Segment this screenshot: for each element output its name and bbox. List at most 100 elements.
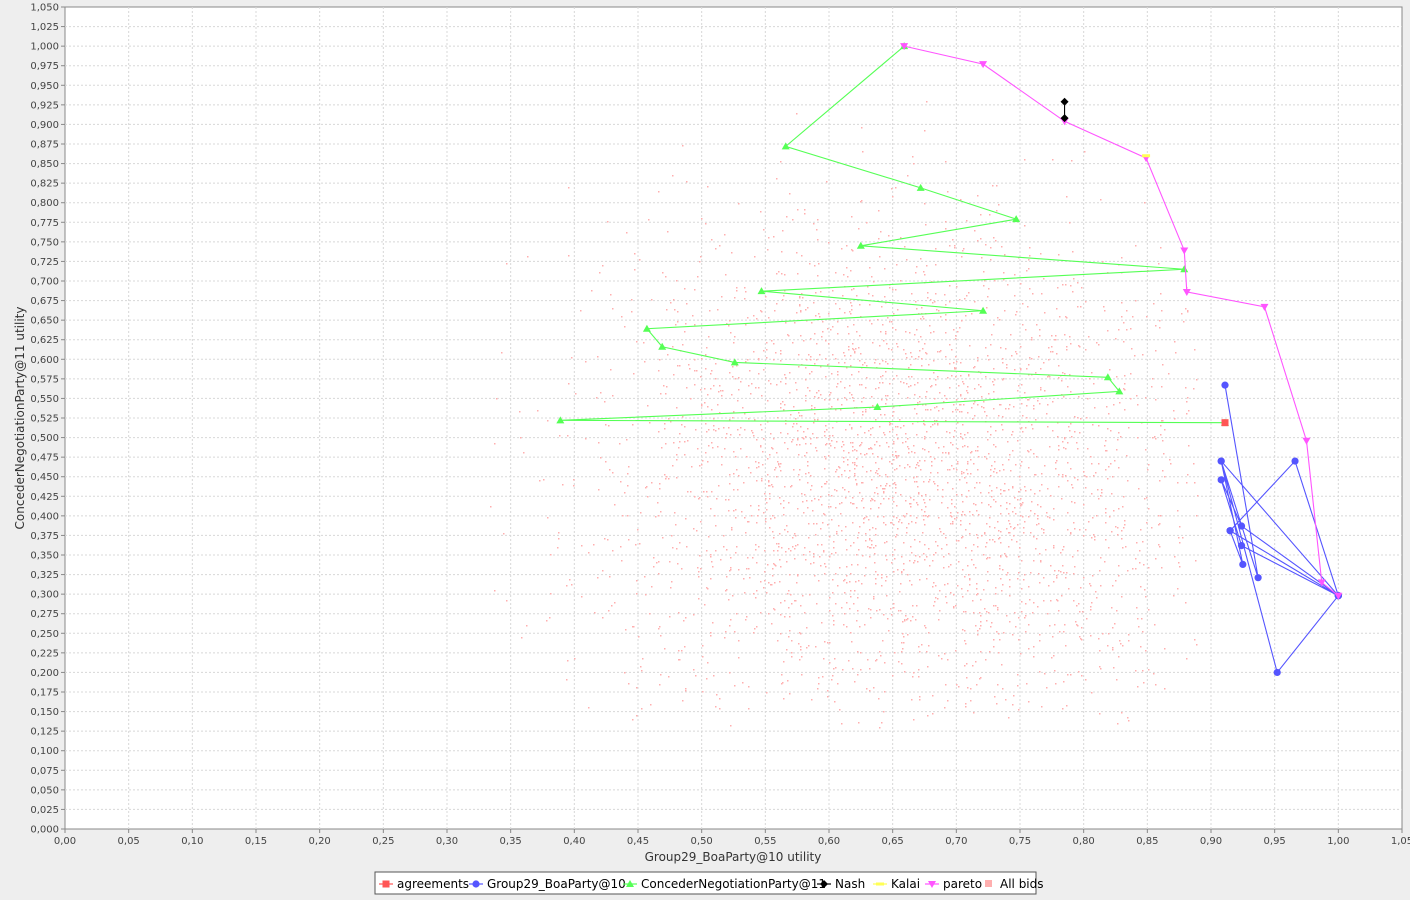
bid-point: [938, 310, 940, 312]
bid-point: [1011, 434, 1013, 436]
bid-point: [866, 222, 868, 224]
bid-point: [1073, 522, 1075, 524]
bid-point: [781, 251, 783, 253]
bid-point: [933, 372, 935, 374]
bid-point: [1002, 429, 1004, 431]
bid-point: [1085, 301, 1087, 303]
bid-point: [890, 608, 892, 610]
bid-point: [785, 322, 787, 324]
bid-point: [674, 512, 676, 514]
bid-point: [725, 437, 727, 439]
bid-point: [818, 390, 820, 392]
bid-point: [901, 642, 903, 644]
bid-point: [1005, 699, 1007, 701]
bid-point: [882, 640, 884, 642]
bid-point: [862, 555, 864, 557]
bid-point: [909, 560, 911, 562]
bid-point: [850, 442, 852, 444]
bid-point: [850, 596, 852, 598]
bid-point: [990, 247, 992, 249]
bid-point: [850, 270, 852, 272]
bid-point: [782, 230, 784, 232]
bid-point: [922, 448, 924, 450]
bid-point: [918, 676, 920, 678]
bid-point: [980, 615, 982, 617]
bid-point: [925, 409, 927, 411]
bid-point: [799, 469, 801, 471]
bid-point: [791, 485, 793, 487]
bid-point: [889, 485, 891, 487]
bid-point: [562, 484, 564, 486]
bid-point: [1027, 450, 1029, 452]
bid-point: [882, 360, 884, 362]
bid-point: [782, 401, 784, 403]
bid-point: [848, 491, 850, 493]
bid-point: [797, 209, 799, 211]
bid-point: [800, 311, 802, 313]
bid-point: [1031, 339, 1033, 341]
bid-point: [895, 455, 897, 457]
bid-point: [917, 561, 919, 563]
bid-point: [814, 333, 816, 335]
bid-point: [993, 237, 995, 239]
bid-point: [1146, 522, 1148, 524]
bid-point: [897, 528, 899, 530]
bid-point: [903, 636, 905, 638]
bid-point: [858, 549, 860, 551]
bid-point: [730, 557, 732, 559]
bid-point: [1008, 546, 1010, 548]
bid-point: [876, 470, 878, 472]
bid-point: [907, 446, 909, 448]
bid-point: [1025, 427, 1027, 429]
bid-point: [659, 626, 661, 628]
bid-point: [963, 248, 965, 250]
bid-point: [1148, 508, 1150, 510]
bid-point: [705, 368, 707, 370]
bid-point: [1009, 503, 1011, 505]
bid-point: [627, 473, 629, 475]
bid-point: [780, 350, 782, 352]
bid-point: [1029, 247, 1031, 249]
bid-point: [1050, 565, 1052, 567]
bid-point: [920, 336, 922, 338]
bid-point: [679, 365, 681, 367]
bid-point: [1002, 584, 1004, 586]
bid-point: [846, 626, 848, 628]
bid-point: [1127, 480, 1129, 482]
bid-point: [1009, 404, 1011, 406]
bid-point: [1053, 581, 1055, 583]
bid-point: [701, 464, 703, 466]
bid-point: [1006, 615, 1008, 617]
bid-point: [1000, 493, 1002, 495]
bid-point: [1047, 404, 1049, 406]
bid-point: [1058, 254, 1060, 256]
bid-point: [1119, 640, 1121, 642]
bid-point: [641, 670, 643, 672]
bid-point: [642, 658, 644, 660]
bid-point: [696, 530, 698, 532]
bid-point: [676, 477, 678, 479]
bid-point: [1070, 532, 1072, 534]
bid-point: [952, 411, 954, 413]
bid-point: [876, 610, 878, 612]
legend-marker-agreements: [382, 880, 390, 888]
bid-point: [783, 295, 785, 297]
bid-point: [628, 683, 630, 685]
bid-point: [815, 534, 817, 536]
bid-point: [962, 446, 964, 448]
bid-point: [1006, 574, 1008, 576]
bid-point: [1072, 556, 1074, 558]
bid-point: [900, 494, 902, 496]
bid-point: [843, 352, 845, 354]
bid-point: [788, 502, 790, 504]
bid-point: [843, 450, 845, 452]
bid-point: [1009, 621, 1011, 623]
bid-point: [810, 356, 812, 358]
bid-point: [990, 506, 992, 508]
bid-point: [1039, 634, 1041, 636]
bid-point: [580, 310, 582, 312]
bid-point: [1020, 503, 1022, 505]
bid-point: [699, 555, 701, 557]
bid-point: [956, 286, 958, 288]
bid-point: [1062, 708, 1064, 710]
